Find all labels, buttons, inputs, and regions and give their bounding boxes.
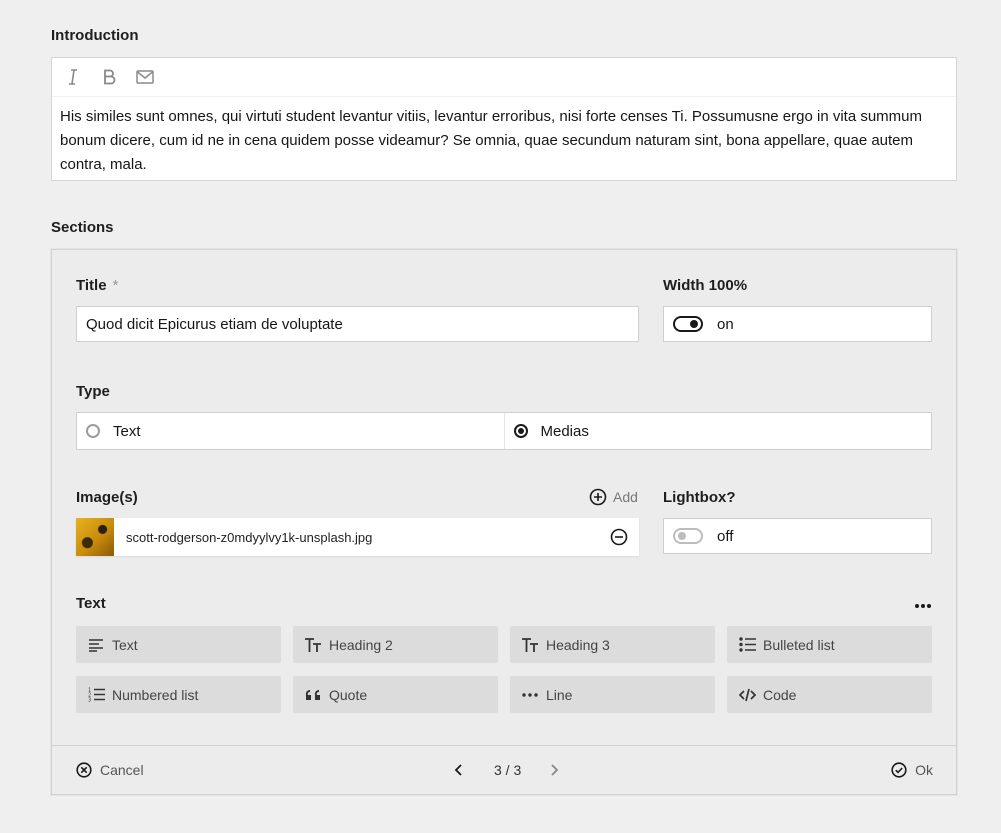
remove-icon [610,528,628,546]
add-icon [589,488,607,506]
width-toggle[interactable]: on [663,306,932,342]
block-bulleted-list-button[interactable]: Bulleted list [727,626,932,663]
lightbox-label: Lightbox? [663,489,736,506]
pagination-text: 3 / 3 [494,762,522,778]
file-name: scott-rodgerson-z0mdyylvy1k-unsplash.jpg [126,529,373,545]
writer-toolbar [52,58,956,97]
block-quote-label: Quote [329,686,368,703]
prev-page-icon[interactable] [454,763,464,777]
block-heading2-label: Heading 2 [329,636,393,653]
add-label: Add [613,489,638,505]
block-code-label: Code [763,686,797,703]
block-line-button[interactable]: Line [510,676,715,713]
bold-icon[interactable] [98,66,120,88]
bulleted-list-icon [738,636,756,654]
block-heading2-button[interactable]: Heading 2 [293,626,498,663]
ok-label: Ok [915,762,933,778]
remove-file-button[interactable] [609,527,629,547]
lightbox-toggle-state: off [717,527,734,545]
block-quote-button[interactable]: Quote [293,676,498,713]
dots-line-icon [521,686,539,704]
title-label-text: Title [76,277,107,294]
cancel-icon [76,762,92,778]
required-marker: * [112,277,119,294]
images-label: Image(s) [76,489,138,506]
block-text-label: Text [112,636,138,653]
title-input[interactable]: Quod dicit Epicurus etiam de voluptate [76,306,639,342]
svg-text:3: 3 [88,698,91,703]
block-code-button[interactable]: Code [727,676,932,713]
block-heading3-button[interactable]: Heading 3 [510,626,715,663]
cancel-label: Cancel [100,762,144,778]
email-icon[interactable] [134,66,156,88]
introduction-writer[interactable]: His similes sunt omnes, qui virtuti stud… [51,57,957,181]
numbered-list-icon: 123 [87,686,105,704]
sections-label: Sections [51,219,114,236]
ok-button[interactable]: Ok [891,762,933,778]
lightbox-toggle[interactable]: off [663,518,932,554]
pagination: 3 / 3 [454,762,559,778]
sections-structure: Title * Quod dicit Epicurus etiam de volu… [51,249,957,795]
file-item[interactable]: scott-rodgerson-z0mdyylvy1k-unsplash.jpg [76,518,639,556]
block-heading3-label: Heading 3 [546,636,610,653]
italic-icon[interactable] [62,66,84,88]
type-option-text-label: Text [113,422,141,440]
radio-checked-icon [513,424,528,438]
quote-icon [304,686,322,704]
title-label: Title * [76,277,118,294]
code-icon [738,686,756,704]
width-label: Width 100% [663,277,748,294]
text-blocks-label: Text [76,595,106,612]
block-numbered-list-label: Numbered list [112,686,199,703]
more-options-icon[interactable] [914,597,932,615]
heading-icon [304,636,322,654]
block-line-label: Line [546,686,573,703]
image-thumbnail [76,518,114,556]
block-text-button[interactable]: Text [76,626,281,663]
type-option-text[interactable]: Text [77,413,504,449]
type-radio-group: Text Medias [76,412,932,450]
radio-unchecked-icon [86,424,100,438]
toggle-on-icon [673,316,703,332]
type-label: Type [76,383,110,400]
cancel-button[interactable]: Cancel [76,762,144,778]
structure-footer: Cancel 3 / 3 Ok [52,745,956,794]
type-option-medias[interactable]: Medias [503,413,932,449]
heading-icon [521,636,539,654]
introduction-text[interactable]: His similes sunt omnes, qui virtuti stud… [52,97,956,177]
add-image-button[interactable]: Add [589,488,638,506]
block-bulleted-list-label: Bulleted list [763,636,835,653]
introduction-label: Introduction [51,27,139,44]
block-numbered-list-button[interactable]: 123 Numbered list [76,676,281,713]
text-align-icon [87,636,105,654]
check-icon [891,762,907,778]
title-input-value: Quod dicit Epicurus etiam de voluptate [86,315,343,333]
next-page-icon[interactable] [549,763,559,777]
type-option-medias-label: Medias [540,422,589,440]
toggle-off-icon [673,528,703,544]
width-toggle-state: on [717,315,734,333]
